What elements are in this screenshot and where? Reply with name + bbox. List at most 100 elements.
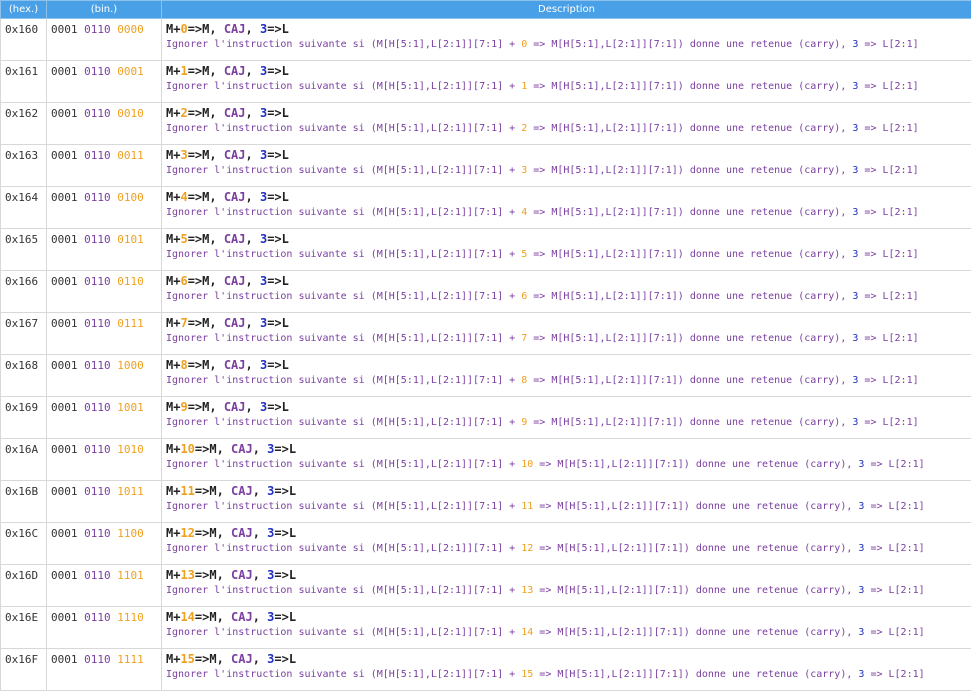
mnemonic-operand: 14 [180, 610, 194, 624]
bin-group-mid: 0110 [84, 401, 111, 414]
mnemonic-caj: CAJ [224, 64, 246, 78]
bin-group-mid: 0110 [84, 149, 111, 162]
bin-group-low: 1000 [117, 359, 144, 372]
hex-code: 0x164 [5, 191, 38, 204]
bin-cell: 0001 0110 1010 [47, 439, 162, 481]
description-cell: M+6=>M, CAJ, 3=>L Ignorer l'instruction … [162, 271, 971, 313]
mnemonic-to-l: =>L [267, 274, 289, 288]
mnemonic-m-plus: M+ [166, 652, 180, 666]
mnemonic-caj: CAJ [231, 484, 253, 498]
explanation-plus: + [509, 291, 515, 302]
bin-group-high: 0001 [51, 317, 78, 330]
description-cell: M+8=>M, CAJ, 3=>L Ignorer l'instruction … [162, 355, 971, 397]
mnemonic-caj: CAJ [231, 568, 253, 582]
hex-code: 0x163 [5, 149, 38, 162]
hex-cell: 0x16A [1, 439, 47, 481]
mnemonic-caj: CAJ [224, 316, 246, 330]
explanation-tail: => L[2:1] [864, 585, 924, 596]
explanation-ignore: Ignorer l'instruction suivante si (M[H[5… [166, 459, 509, 470]
description-cell: M+10=>M, CAJ, 3=>L Ignorer l'instruction… [162, 439, 971, 481]
explanation-operand: 12 [521, 543, 533, 554]
mnemonic-comma: , [246, 22, 260, 36]
hex-code: 0x160 [5, 23, 38, 36]
table-body: 0x160 0001 0110 0000 M+0=>M, CAJ, 3=>L I… [1, 19, 971, 691]
explanation-yields: => M[H[5:1],L[2:1]][7:1]) donne une rete… [527, 165, 852, 176]
mnemonic-operand: 13 [180, 568, 194, 582]
mnemonic-to-m: =>M, [188, 22, 224, 36]
mnemonic-caj: CAJ [224, 358, 246, 372]
bin-group-low: 1011 [117, 485, 144, 498]
bin-group-high: 0001 [51, 569, 78, 582]
explanation-ignore: Ignorer l'instruction suivante si (M[H[5… [166, 81, 509, 92]
mnemonic-to-l: =>L [274, 442, 296, 456]
mnemonic-to-m: =>M, [188, 148, 224, 162]
mnemonic-to-m: =>M, [195, 610, 231, 624]
mnemonic-comma: , [246, 148, 260, 162]
table-row: 0x160 0001 0110 0000 M+0=>M, CAJ, 3=>L I… [1, 19, 971, 61]
mnemonic-comma: , [246, 190, 260, 204]
explanation-ignore: Ignorer l'instruction suivante si (M[H[5… [166, 375, 509, 386]
description-cell: M+15=>M, CAJ, 3=>L Ignorer l'instruction… [162, 649, 971, 691]
hex-cell: 0x16B [1, 481, 47, 523]
mnemonic-to-m: =>M, [188, 358, 224, 372]
mnemonic-m-plus: M+ [166, 148, 180, 162]
mnemonic-m-plus: M+ [166, 316, 180, 330]
explanation-line: Ignorer l'instruction suivante si (M[H[5… [166, 247, 967, 262]
hex-cell: 0x165 [1, 229, 47, 271]
bin-group-mid: 0110 [84, 275, 111, 288]
mnemonic-comma: , [246, 358, 260, 372]
explanation-line: Ignorer l'instruction suivante si (M[H[5… [166, 205, 967, 220]
table-row: 0x163 0001 0110 0011 M+3=>M, CAJ, 3=>L I… [1, 145, 971, 187]
mnemonic-line: M+0=>M, CAJ, 3=>L [166, 22, 967, 37]
mnemonic-caj: CAJ [231, 610, 253, 624]
bin-group-high: 0001 [51, 65, 78, 78]
explanation-plus: + [509, 123, 515, 134]
bin-group-high: 0001 [51, 527, 78, 540]
bin-cell: 0001 0110 1110 [47, 607, 162, 649]
mnemonic-line: M+14=>M, CAJ, 3=>L [166, 610, 967, 625]
explanation-ignore: Ignorer l'instruction suivante si (M[H[5… [166, 627, 509, 638]
mnemonic-caj: CAJ [231, 442, 253, 456]
mnemonic-comma: , [246, 106, 260, 120]
explanation-ignore: Ignorer l'instruction suivante si (M[H[5… [166, 165, 509, 176]
description-cell: M+7=>M, CAJ, 3=>L Ignorer l'instruction … [162, 313, 971, 355]
explanation-yields: => M[H[5:1],L[2:1]][7:1]) donne une rete… [533, 459, 858, 470]
explanation-yields: => M[H[5:1],L[2:1]][7:1]) donne une rete… [527, 375, 852, 386]
mnemonic-comma: , [246, 274, 260, 288]
mnemonic-m-plus: M+ [166, 400, 180, 414]
table-row: 0x167 0001 0110 0111 M+7=>M, CAJ, 3=>L I… [1, 313, 971, 355]
explanation-yields: => M[H[5:1],L[2:1]][7:1]) donne une rete… [527, 249, 852, 260]
mnemonic-line: M+1=>M, CAJ, 3=>L [166, 64, 967, 79]
bin-group-mid: 0110 [84, 233, 111, 246]
explanation-plus: + [509, 585, 515, 596]
bin-group-high: 0001 [51, 275, 78, 288]
mnemonic-m-plus: M+ [166, 64, 180, 78]
hex-code: 0x165 [5, 233, 38, 246]
bin-group-mid: 0110 [84, 317, 111, 330]
bin-cell: 0001 0110 0100 [47, 187, 162, 229]
hex-code: 0x16C [5, 527, 38, 540]
bin-group-low: 1111 [117, 653, 144, 666]
bin-group-low: 1100 [117, 527, 144, 540]
mnemonic-three: 3 [267, 652, 274, 666]
explanation-yields: => M[H[5:1],L[2:1]][7:1]) donne une rete… [527, 123, 852, 134]
bin-group-low: 1001 [117, 401, 144, 414]
mnemonic-operand: 15 [180, 652, 194, 666]
mnemonic-caj: CAJ [224, 274, 246, 288]
bin-group-high: 0001 [51, 233, 78, 246]
bin-group-high: 0001 [51, 443, 78, 456]
mnemonic-line: M+6=>M, CAJ, 3=>L [166, 274, 967, 289]
bin-group-low: 1110 [117, 611, 144, 624]
mnemonic-comma: , [253, 526, 267, 540]
bin-group-low: 0000 [117, 23, 144, 36]
explanation-ignore: Ignorer l'instruction suivante si (M[H[5… [166, 669, 509, 680]
bin-group-low: 0100 [117, 191, 144, 204]
mnemonic-caj: CAJ [224, 148, 246, 162]
bin-group-mid: 0110 [84, 611, 111, 624]
mnemonic-m-plus: M+ [166, 568, 180, 582]
mnemonic-line: M+12=>M, CAJ, 3=>L [166, 526, 967, 541]
explanation-yields: => M[H[5:1],L[2:1]][7:1]) donne une rete… [533, 585, 858, 596]
bin-group-mid: 0110 [84, 23, 111, 36]
mnemonic-to-l: =>L [267, 316, 289, 330]
table-row: 0x164 0001 0110 0100 M+4=>M, CAJ, 3=>L I… [1, 187, 971, 229]
